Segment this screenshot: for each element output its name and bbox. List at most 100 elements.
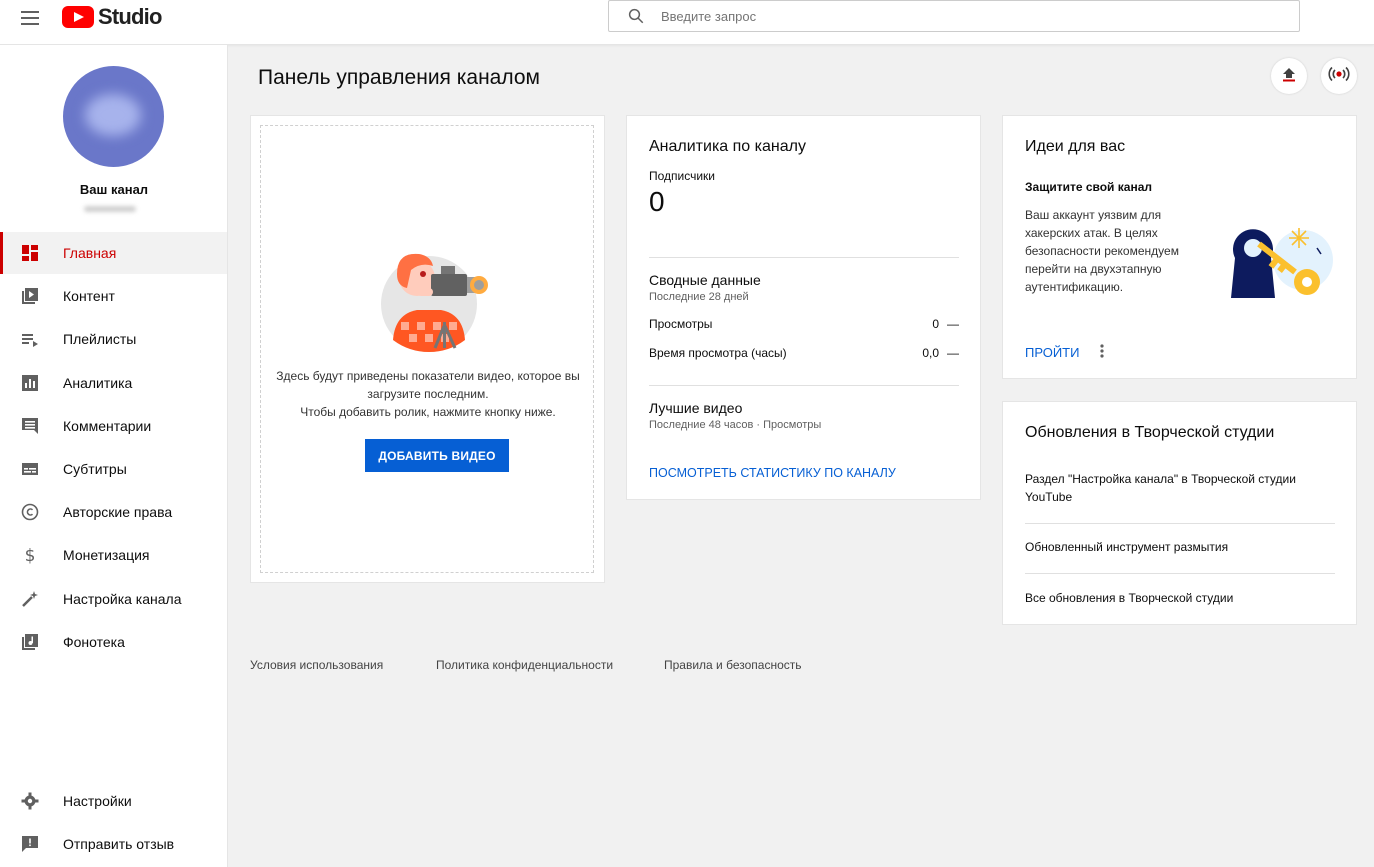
empty-state-line: загрузите последним. [367, 387, 489, 401]
latest-video-card: Здесь будут приведены показатели видео, … [250, 115, 605, 583]
analytics-title: Аналитика по каналу [649, 138, 806, 155]
youtube-logo-icon [62, 6, 94, 28]
update-item-customization[interactable]: Раздел "Настройка канала" в Творческой с… [1025, 470, 1296, 506]
sidebar-item-comments[interactable]: Комментарии [0, 405, 227, 447]
ideas-body-line: Ваш аккаунт уязвим для [1025, 208, 1162, 222]
ideas-card: Идеи для вас Защитите свой канал Ваш акк… [1002, 115, 1357, 379]
menu-icon[interactable] [21, 11, 39, 25]
update-item-line: YouTube [1025, 490, 1073, 504]
divider [1025, 523, 1335, 524]
studio-updates-card: Обновления в Творческой студии Раздел "Н… [1002, 401, 1357, 625]
svg-text:$: $ [25, 546, 36, 564]
page-title: Панель управления каналом [258, 66, 540, 89]
subtitles-icon [20, 459, 40, 479]
sidebar-item-label: Плейлисты [63, 331, 137, 347]
channel-analytics-link[interactable]: ПОСМОТРЕТЬ СТАТИСТИКУ ПО КАНАЛУ [649, 466, 896, 480]
top-videos-title: Лучшие видео [649, 400, 743, 416]
search-icon[interactable] [619, 1, 653, 31]
sidebar-item-content[interactable]: Контент [0, 275, 227, 317]
sidebar: Ваш канал Главная Контент Плейлисты Анал… [0, 45, 228, 867]
go-live-button[interactable] [1321, 58, 1357, 94]
empty-state-text: Здесь будут приведены показатели видео, … [261, 367, 595, 421]
subscribers-label: Подписчики [649, 169, 716, 183]
channel-handle-blurred [84, 206, 136, 212]
sidebar-item-label: Авторские права [63, 504, 173, 520]
sidebar-item-playlists[interactable]: Плейлисты [0, 318, 227, 360]
summary-title: Сводные данные [649, 272, 761, 288]
sidebar-item-settings[interactable]: Настройки [0, 780, 227, 822]
sidebar-item-analytics[interactable]: Аналитика [0, 362, 227, 404]
top-videos-period: Последние 48 часов · Просмотры [649, 419, 822, 431]
search-box[interactable] [608, 0, 1300, 32]
dollar-icon: $ [20, 545, 40, 565]
sidebar-item-label: Отправить отзыв [63, 836, 175, 852]
privacy-link[interactable]: Политика конфиденциальности [436, 658, 613, 672]
channel-name: Ваш канал [79, 182, 149, 197]
watch-time-trend: — [947, 346, 959, 360]
divider [649, 257, 959, 258]
channel-analytics-card: Аналитика по каналу Подписчики 0 Сводные… [626, 115, 981, 500]
views-label: Просмотры [649, 317, 713, 331]
sidebar-item-monetization[interactable]: $ Монетизация [0, 534, 227, 576]
sidebar-item-label: Аналитика [63, 375, 133, 391]
magic-wand-icon [20, 589, 40, 609]
sidebar-item-label: Фонотека [63, 634, 125, 650]
copyright-icon [20, 502, 40, 522]
divider [649, 385, 959, 386]
video-library-icon [20, 286, 40, 306]
watch-time-label: Время просмотра (часы) [649, 346, 787, 360]
ideas-body-line: аутентификацию. [1025, 280, 1124, 294]
sidebar-item-customization[interactable]: Настройка канала [0, 578, 227, 620]
sidebar-item-label: Настройки [63, 793, 132, 809]
sidebar-item-dashboard[interactable]: Главная [0, 232, 227, 274]
sidebar-item-audio-library[interactable]: Фонотека [0, 621, 227, 663]
ideas-body-line: перейти на двухэтапную [1025, 262, 1162, 276]
top-bar: Studio [0, 0, 1374, 45]
ideas-body-line: хакерских атак. В целях [1025, 226, 1158, 240]
sidebar-item-subtitles[interactable]: Субтитры [0, 448, 227, 490]
upload-icon [1281, 66, 1297, 87]
sidebar-item-label: Контент [63, 288, 115, 304]
logo-text: Studio [98, 4, 162, 29]
sidebar-item-feedback[interactable]: Отправить отзыв [0, 823, 227, 865]
safety-link[interactable]: Правила и безопасность [664, 658, 802, 672]
ideas-go-button[interactable]: ПРОЙТИ [1025, 345, 1079, 360]
update-item-blur-tool[interactable]: Обновленный инструмент размытия [1025, 540, 1228, 554]
dashboard-icon [20, 243, 40, 263]
sidebar-item-copyright[interactable]: Авторские права [0, 491, 227, 533]
update-item-line: Раздел "Настройка канала" в Творческой с… [1025, 472, 1296, 486]
terms-link[interactable]: Условия использования [250, 658, 383, 672]
subscribers-value: 0 [649, 186, 665, 217]
ideas-body: Ваш аккаунт уязвим для хакерских атак. В… [1025, 206, 1179, 296]
avatar[interactable] [63, 66, 164, 167]
sidebar-item-label: Настройка канала [63, 591, 182, 607]
views-trend: — [947, 317, 959, 331]
sidebar-item-label: Субтитры [63, 461, 127, 477]
sidebar-item-label: Главная [63, 245, 117, 261]
updates-title: Обновления в Творческой студии [1025, 424, 1275, 441]
security-key-illustration [1231, 228, 1333, 298]
feedback-icon [20, 834, 40, 854]
live-broadcast-icon [1328, 66, 1350, 87]
gear-icon [20, 791, 40, 811]
empty-state-line: Чтобы добавить ролик, нажмите кнопку ниж… [300, 405, 556, 419]
studio-logo[interactable]: Studio [62, 4, 162, 29]
sidebar-item-label: Монетизация [63, 547, 150, 563]
audio-library-icon [20, 632, 40, 652]
ideas-subtitle: Защитите свой канал [1025, 180, 1152, 194]
watch-time-value: 0,0 [922, 346, 939, 360]
update-item-all[interactable]: Все обновления в Творческой студии [1025, 591, 1233, 605]
upload-dropzone: Здесь будут приведены показатели видео, … [260, 125, 594, 573]
sidebar-item-label: Комментарии [63, 418, 152, 434]
divider [1025, 573, 1335, 574]
bar-chart-icon [20, 373, 40, 393]
ideas-body-line: безопасности рекомендуем [1025, 244, 1179, 258]
empty-state-line: Здесь будут приведены показатели видео, … [276, 369, 580, 383]
add-video-button[interactable]: ДОБАВИТЬ ВИДЕО [365, 439, 509, 472]
upload-button[interactable] [1271, 58, 1307, 94]
comment-icon [20, 416, 40, 436]
more-options-icon[interactable] [1099, 343, 1105, 359]
search-input[interactable] [653, 2, 1299, 30]
playlist-icon [20, 329, 40, 349]
videographer-illustration [381, 253, 488, 352]
